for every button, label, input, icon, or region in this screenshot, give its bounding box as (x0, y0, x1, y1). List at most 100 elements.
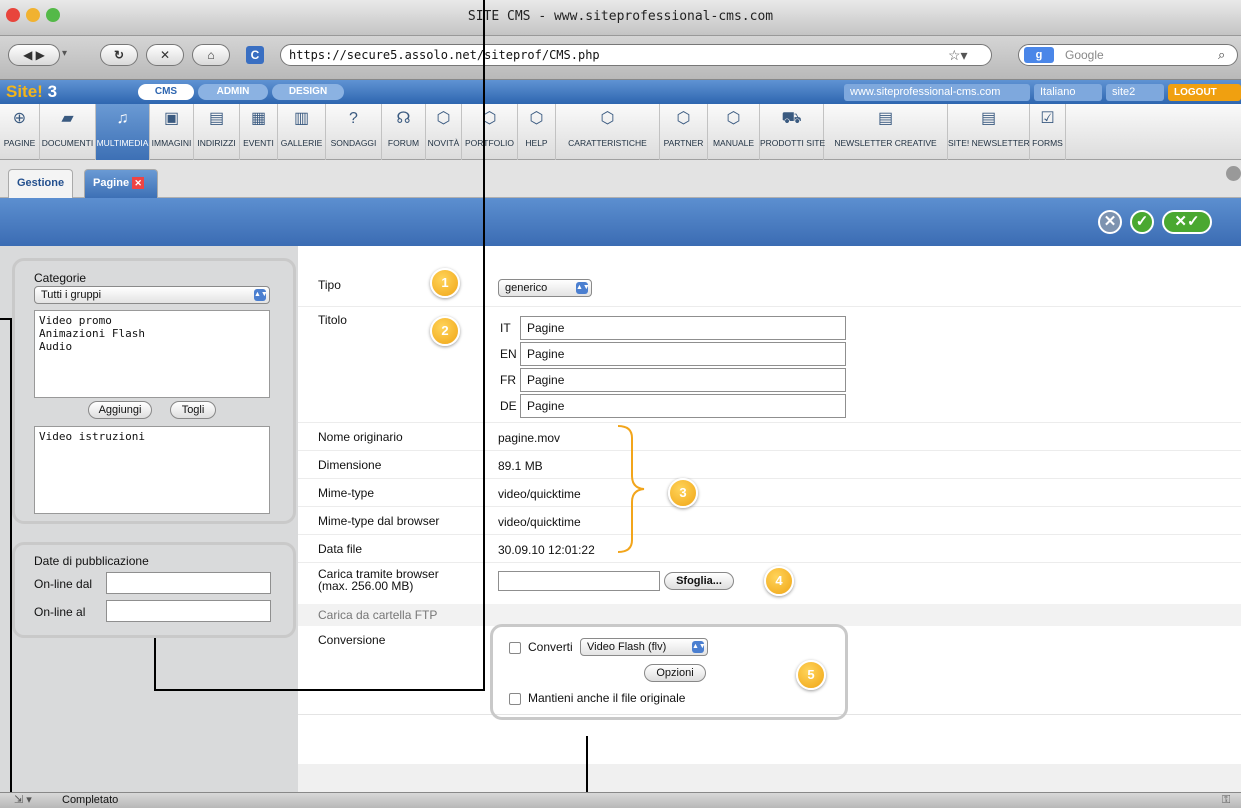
tipo-select-value: generico (505, 282, 548, 294)
toolbar-item-prodotti-site[interactable]: ⛟ PRODOTTI SITE (760, 104, 825, 160)
add-button[interactable]: Aggiungi (88, 401, 152, 419)
toolbar-item-forum[interactable]: ☊ FORUM (382, 104, 426, 160)
toolbar-item-help[interactable]: ⬡ HELP (518, 104, 556, 160)
info-label: Nome originario (318, 430, 403, 444)
online-to-label: On-line al (34, 605, 86, 619)
toolbar-item-multimedia[interactable]: ♫ MULTIMEDIA (96, 104, 150, 160)
toolbar-item-label: SONDAGGI (330, 138, 377, 148)
status-icon: ⇲ ▾ (14, 794, 32, 806)
toolbar-item-site-newsletter[interactable]: ▤ SITE! NEWSLETTER (948, 104, 1030, 160)
google-icon[interactable]: g (1024, 47, 1054, 63)
toolbar-item-portfolio[interactable]: ⬡ PORTFOLIO (462, 104, 518, 160)
annotation-line (483, 0, 485, 690)
tab-admin[interactable]: ADMIN (198, 84, 268, 100)
online-from-label: On-line dal (34, 577, 93, 591)
calendar-icon: ▦ (250, 110, 267, 127)
browser-toolbar: ◀ ▶ ▾ ↻ ✕ ⌂ C https://secure5.assolo.net… (0, 36, 1241, 80)
info-value: 89.1 MB (498, 459, 543, 473)
toolbar-item-documenti[interactable]: ▰ DOCUMENTI (40, 104, 96, 160)
user-menu[interactable]: site2 (1106, 84, 1164, 101)
logout-button[interactable]: LOGOUT (1168, 84, 1241, 101)
status-bar: ⇲ ▾ Completato ⚿ (0, 792, 1241, 808)
toolbar-item-label: PARTNER (663, 138, 704, 148)
reload-button[interactable]: ↻ (100, 44, 138, 66)
options-button[interactable]: Opzioni (644, 664, 706, 682)
selected-categories-list[interactable]: Video istruzioni (34, 426, 270, 514)
toolbar-item-immagini[interactable]: ▣ IMMAGINI (150, 104, 194, 160)
divider (298, 306, 1241, 307)
panel-toggle-icon[interactable] (1226, 166, 1241, 181)
toolbar-item-pagine[interactable]: ⊕ PAGINE (0, 104, 40, 160)
title-en-field[interactable]: Pagine (520, 342, 846, 366)
list-item[interactable]: Video promo (39, 314, 265, 327)
toolbar-item-label: FORUM (387, 138, 420, 148)
online-from-field[interactable] (106, 572, 271, 594)
title-fr-field[interactable]: Pagine (520, 368, 846, 392)
categories-title: Categorie (34, 271, 87, 285)
divider (298, 534, 1241, 535)
info-value: video/quicktime (498, 515, 581, 529)
tipo-select[interactable]: generico ▲▼ (498, 279, 592, 297)
toolbar-item-manuale[interactable]: ⬡ MANUALE (708, 104, 760, 160)
file-path-field[interactable] (498, 571, 660, 591)
title-de-field[interactable]: Pagine (520, 394, 846, 418)
url-field[interactable]: https://secure5.assolo.net/siteprof/CMS.… (280, 44, 992, 66)
lang-en-label: EN (500, 347, 517, 361)
toolbar-item-forms[interactable]: ☑ FORMS (1030, 104, 1066, 160)
list-item[interactable]: Video istruzioni (39, 430, 265, 443)
toolbar-item-partner[interactable]: ⬡ PARTNER (660, 104, 708, 160)
toolbar-item-gallerie[interactable]: ▥ GALLERIE (278, 104, 326, 160)
conversione-label: Conversione (318, 633, 386, 647)
tab-gestione[interactable]: Gestione (8, 169, 74, 198)
form-footer (298, 764, 1241, 792)
app-header: Site! 3 CMS ADMIN DESIGN www.siteprofess… (0, 80, 1241, 104)
info-label: Mime-type (318, 486, 375, 500)
history-dropdown-icon[interactable]: ▾ (62, 48, 67, 59)
list-item[interactable]: Animazioni Flash (39, 327, 265, 340)
cancel-icon[interactable]: ✕ (1098, 210, 1122, 234)
tab-cms[interactable]: CMS (138, 84, 194, 100)
toolbar-item-caratteristiche[interactable]: ⬡ CARATTERISTICHE (556, 104, 660, 160)
list-item[interactable]: Audio (39, 340, 265, 353)
stop-button[interactable]: ✕ (146, 44, 184, 66)
search-icon[interactable]: ⌕ (1218, 47, 1225, 63)
info-label: Mime-type dal browser (318, 514, 440, 528)
save-close-icon[interactable]: ✕✓ (1162, 210, 1212, 234)
remove-button[interactable]: Togli (170, 401, 216, 419)
browse-button[interactable]: Sfoglia... (664, 572, 734, 590)
language-select[interactable]: Italiano (1034, 84, 1102, 101)
bookmark-star-icon[interactable]: ☆▾ (948, 47, 968, 64)
home-button[interactable]: ⌂ (192, 44, 230, 66)
back-forward-button[interactable]: ◀ ▶ (8, 44, 60, 66)
convert-label: Converti (528, 640, 573, 654)
tipo-label: Tipo (318, 278, 341, 292)
callout-3: 3 (668, 478, 698, 508)
toolbar-item-eventi[interactable]: ▦ EVENTI (240, 104, 278, 160)
tab-pagine[interactable]: Pagine ✕ (84, 169, 158, 198)
categories-list[interactable]: Video promo Animazioni Flash Audio (34, 310, 270, 398)
title-it-field[interactable]: Pagine (520, 316, 846, 340)
close-tab-icon[interactable]: ✕ (132, 177, 145, 190)
save-icon[interactable]: ✓ (1130, 210, 1154, 234)
media-icon: ♫ (116, 110, 129, 127)
subtab-bar: Gestione Pagine ✕ (0, 160, 1241, 198)
callout-1: 1 (430, 268, 460, 298)
tab-design[interactable]: DESIGN (272, 84, 344, 100)
site-url-link[interactable]: www.siteprofessional-cms.com (844, 84, 1030, 101)
toolbar-item-label: MULTIMEDIA (96, 138, 149, 148)
toolbar-item-sondaggi[interactable]: ? SONDAGGI (326, 104, 382, 160)
toolbar-item-newsletter-creative[interactable]: ▤ NEWSLETTER CREATIVE (824, 104, 948, 160)
convert-checkbox[interactable] (509, 642, 521, 654)
group-select[interactable]: Tutti i gruppi ▲▼ (34, 286, 270, 304)
ftp-label: Carica da cartella FTP (318, 608, 438, 622)
format-select[interactable]: Video Flash (flv) ▲▼ (580, 638, 708, 656)
info-value: video/quicktime (498, 487, 581, 501)
info-value: 30.09.10 12:01:22 (498, 543, 595, 557)
select-arrow-icon: ▲▼ (692, 641, 706, 653)
annotation-line (10, 318, 12, 792)
toolbar-item-novità[interactable]: ⬡ NOVITÀ (426, 104, 462, 160)
cart-icon: ⛟ (781, 110, 802, 127)
online-to-field[interactable] (106, 600, 271, 622)
toolbar-item-indirizzi[interactable]: ▤ INDIRIZZI (194, 104, 240, 160)
keep-original-checkbox[interactable] (509, 693, 521, 705)
